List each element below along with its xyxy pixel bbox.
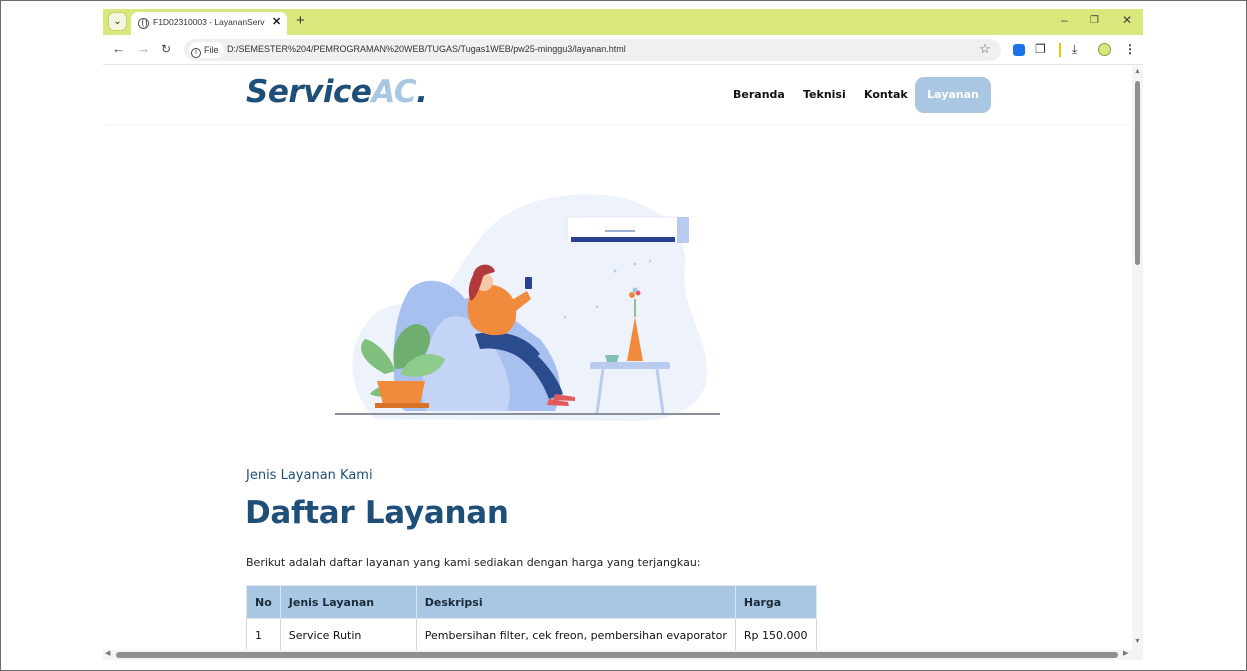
logo-part-ac: AC bbox=[371, 74, 417, 110]
menu-kebab-icon[interactable]: ⋮ bbox=[1124, 42, 1136, 56]
tab-menu-icon[interactable]: ⌄ bbox=[108, 12, 127, 31]
new-tab-icon[interactable]: + bbox=[296, 12, 305, 29]
scroll-right-icon[interactable]: ▶ bbox=[1123, 649, 1128, 657]
table-row: 1 Service Rutin Pembersihan filter, cek … bbox=[246, 618, 817, 650]
logo-part-dot: . bbox=[416, 74, 428, 110]
extension-icon[interactable] bbox=[1013, 44, 1025, 56]
tab-strip: ⌄ F1D02310003 - LayananService ✕ + – ❐ ✕ bbox=[103, 9, 1143, 35]
scroll-up-icon[interactable]: ▲ bbox=[1134, 68, 1141, 75]
hero-illustration bbox=[335, 194, 720, 421]
nav-layanan[interactable]: Layanan bbox=[915, 77, 991, 113]
browser-window: ⌄ F1D02310003 - LayananService ✕ + – ❐ ✕… bbox=[103, 9, 1143, 660]
section-subtitle: Jenis Layanan Kami bbox=[246, 468, 373, 483]
horizontal-scroll-thumb[interactable] bbox=[116, 652, 1118, 658]
toolbar-divider bbox=[1059, 43, 1061, 57]
close-icon[interactable]: ✕ bbox=[272, 15, 281, 28]
reload-icon[interactable]: ↻ bbox=[161, 42, 171, 56]
cell-no: 1 bbox=[246, 618, 281, 650]
browser-toolbar: ← → ↻ i File D:/SEMESTER%204/PEMROGRAMAN%… bbox=[103, 35, 1143, 65]
site-info-chip[interactable]: i File bbox=[189, 42, 224, 58]
nav-kontak[interactable]: Kontak bbox=[864, 77, 908, 113]
puzzle-icon[interactable]: ❐ bbox=[1035, 42, 1046, 56]
page-viewport: ServiceAC. Beranda Teknisi Kontak Layana… bbox=[103, 66, 1131, 650]
vertical-scroll-thumb[interactable] bbox=[1135, 81, 1140, 265]
scroll-left-icon[interactable]: ◀ bbox=[105, 649, 110, 657]
vertical-scrollbar[interactable]: ▲ ▼ bbox=[1132, 66, 1143, 650]
restore-icon[interactable]: ❐ bbox=[1090, 15, 1099, 26]
intro-text: Berikut adalah daftar layanan yang kami … bbox=[246, 556, 701, 569]
active-tab[interactable]: F1D02310003 - LayananService ✕ bbox=[131, 12, 287, 35]
forward-icon[interactable]: → bbox=[137, 41, 150, 56]
col-header-harga: Harga bbox=[734, 585, 817, 619]
cell-jenis: Service Rutin bbox=[279, 618, 417, 650]
globe-icon bbox=[138, 18, 149, 29]
table-header-row: No Jenis Layanan Deskripsi Harga bbox=[246, 585, 817, 619]
back-icon[interactable]: ← bbox=[112, 41, 125, 56]
logo-part-service: Service bbox=[246, 74, 372, 110]
url-text[interactable]: D:/SEMESTER%204/PEMROGRAMAN%20WEB/TUGAS/… bbox=[227, 44, 626, 54]
info-icon: i bbox=[191, 48, 201, 58]
horizontal-scrollbar[interactable]: ◀ ▶ bbox=[103, 650, 1143, 660]
site-logo[interactable]: ServiceAC. bbox=[246, 74, 428, 110]
window-close-icon[interactable]: ✕ bbox=[1122, 13, 1132, 27]
address-bar[interactable]: i File D:/SEMESTER%204/PEMROGRAMAN%20WEB/… bbox=[184, 39, 1001, 61]
site-header: ServiceAC. Beranda Teknisi Kontak Layana… bbox=[103, 66, 1131, 124]
profile-icon[interactable] bbox=[1098, 43, 1111, 56]
scroll-down-icon[interactable]: ▼ bbox=[1134, 638, 1141, 645]
url-chip-label: File bbox=[204, 45, 219, 55]
cell-deskripsi: Pembersihan filter, cek freon, pembersih… bbox=[415, 618, 736, 650]
nav-teknisi[interactable]: Teknisi bbox=[803, 77, 846, 113]
services-table: No Jenis Layanan Deskripsi Harga 1 Servi… bbox=[246, 585, 817, 650]
star-icon[interactable]: ☆ bbox=[979, 41, 991, 57]
minimize-icon[interactable]: – bbox=[1061, 13, 1068, 27]
col-header-jenis: Jenis Layanan bbox=[279, 585, 417, 619]
page-title: Daftar Layanan bbox=[245, 495, 509, 531]
col-header-no: No bbox=[246, 585, 281, 619]
col-header-deskripsi: Deskripsi bbox=[415, 585, 736, 619]
nav-beranda[interactable]: Beranda bbox=[733, 77, 785, 113]
tab-title: F1D02310003 - LayananService bbox=[153, 17, 265, 27]
download-icon[interactable]: ⤓ bbox=[1072, 42, 1077, 57]
cell-harga: Rp 150.000 bbox=[734, 618, 817, 650]
